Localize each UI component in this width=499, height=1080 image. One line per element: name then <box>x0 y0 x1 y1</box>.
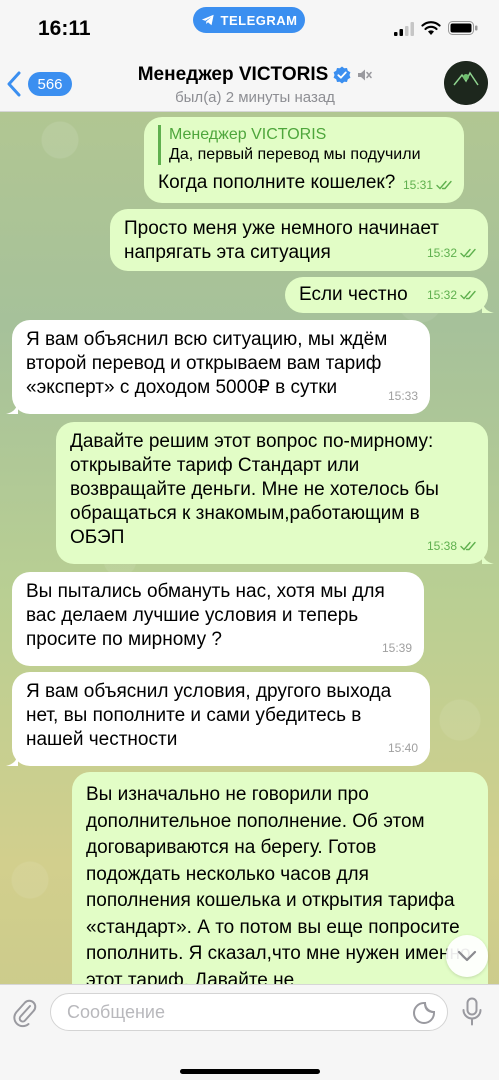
message-text: Я вам объяснил условия, другого выхода н… <box>26 681 392 750</box>
reply-quote[interactable]: Менеджер VICTORIS Да, первый перевод мы … <box>158 125 450 165</box>
reply-author: Менеджер VICTORIS <box>169 126 327 143</box>
message-time: 15:40 <box>387 741 418 755</box>
chat-header: 566 Менеджер VICTORIS был(а) 2 минуты на… <box>0 60 499 112</box>
home-indicator <box>180 1069 320 1074</box>
verified-badge-icon <box>333 66 351 84</box>
outgoing-message[interactable]: Давайте решим этот вопрос по-мирному: от… <box>56 422 494 564</box>
message-text: Вы изначально не говорили про дополнител… <box>86 784 471 984</box>
chevron-down-icon <box>457 950 477 962</box>
last-seen-status: был(а) 2 минуты назад <box>175 89 335 106</box>
message-text: Вы пытались обмануть нас, хотя мы для ва… <box>26 581 385 650</box>
back-button[interactable]: 566 <box>6 68 76 100</box>
double-check-icon <box>460 248 476 258</box>
chevron-left-icon <box>7 71 21 97</box>
wifi-icon <box>421 21 441 35</box>
double-check-icon <box>460 290 476 300</box>
telegram-pill-label: TELEGRAM <box>220 12 298 28</box>
message-text: Просто меня уже немного начинает напряга… <box>124 218 439 263</box>
avatar-logo-icon <box>444 61 488 105</box>
message-list[interactable]: Менеджер VICTORIS Да, первый перевод мы … <box>0 112 499 984</box>
message-time: 15:31 <box>402 178 433 192</box>
chat-title: Менеджер VICTORIS <box>137 64 329 85</box>
scroll-to-bottom-button[interactable] <box>446 935 488 977</box>
bubble-tail <box>6 398 18 414</box>
incoming-message[interactable]: Вы пытались обмануть нас, хотя мы для ва… <box>12 572 424 666</box>
bubble-tail <box>6 750 18 766</box>
cell-signal-icon <box>394 22 414 36</box>
message-text: Я вам объяснил всю ситуацию, мы ждём вто… <box>26 329 388 398</box>
incoming-message[interactable]: Я вам объяснил условия, другого выхода н… <box>6 672 430 766</box>
message-time: 15:39 <box>381 641 412 655</box>
sticker-icon[interactable] <box>412 1001 436 1025</box>
message-time: 15:38 <box>426 539 457 553</box>
paperclip-icon[interactable] <box>12 998 38 1028</box>
telegram-icon <box>201 14 214 26</box>
microphone-icon[interactable] <box>461 997 483 1027</box>
outgoing-message[interactable]: Менеджер VICTORIS Да, первый перевод мы … <box>144 117 464 203</box>
muted-icon <box>358 69 373 81</box>
avatar[interactable] <box>444 61 488 105</box>
reply-text: Да, первый перевод мы подучили <box>169 146 421 163</box>
message-time: 15:32 <box>426 246 457 260</box>
telegram-return-pill[interactable]: TELEGRAM <box>193 7 305 33</box>
message-input[interactable] <box>50 993 448 1031</box>
outgoing-message[interactable]: Если честно 15:32 <box>285 277 494 313</box>
double-check-icon <box>460 541 476 551</box>
outgoing-message[interactable]: Просто меня уже немного начинает напряга… <box>110 209 488 271</box>
message-time: 15:32 <box>426 288 457 302</box>
bubble-tail <box>482 297 494 313</box>
message-composer <box>0 984 499 1080</box>
incoming-message[interactable]: Я вам объяснил всю ситуацию, мы ждём вто… <box>6 320 430 414</box>
status-bar: 16:11 TELEGRAM <box>0 0 499 60</box>
unread-count-badge: 566 <box>28 72 72 96</box>
battery-icon <box>448 21 478 35</box>
status-time: 16:11 <box>38 17 91 40</box>
chat-title-area[interactable]: Менеджер VICTORIS был(а) 2 минуты назад <box>110 64 400 106</box>
outgoing-message[interactable]: Вы изначально не говорили про дополнител… <box>72 772 488 984</box>
message-time: 15:33 <box>387 389 418 403</box>
double-check-icon <box>436 180 452 190</box>
bubble-tail <box>482 548 494 564</box>
message-text: Давайте решим этот вопрос по-мирному: от… <box>70 431 439 548</box>
